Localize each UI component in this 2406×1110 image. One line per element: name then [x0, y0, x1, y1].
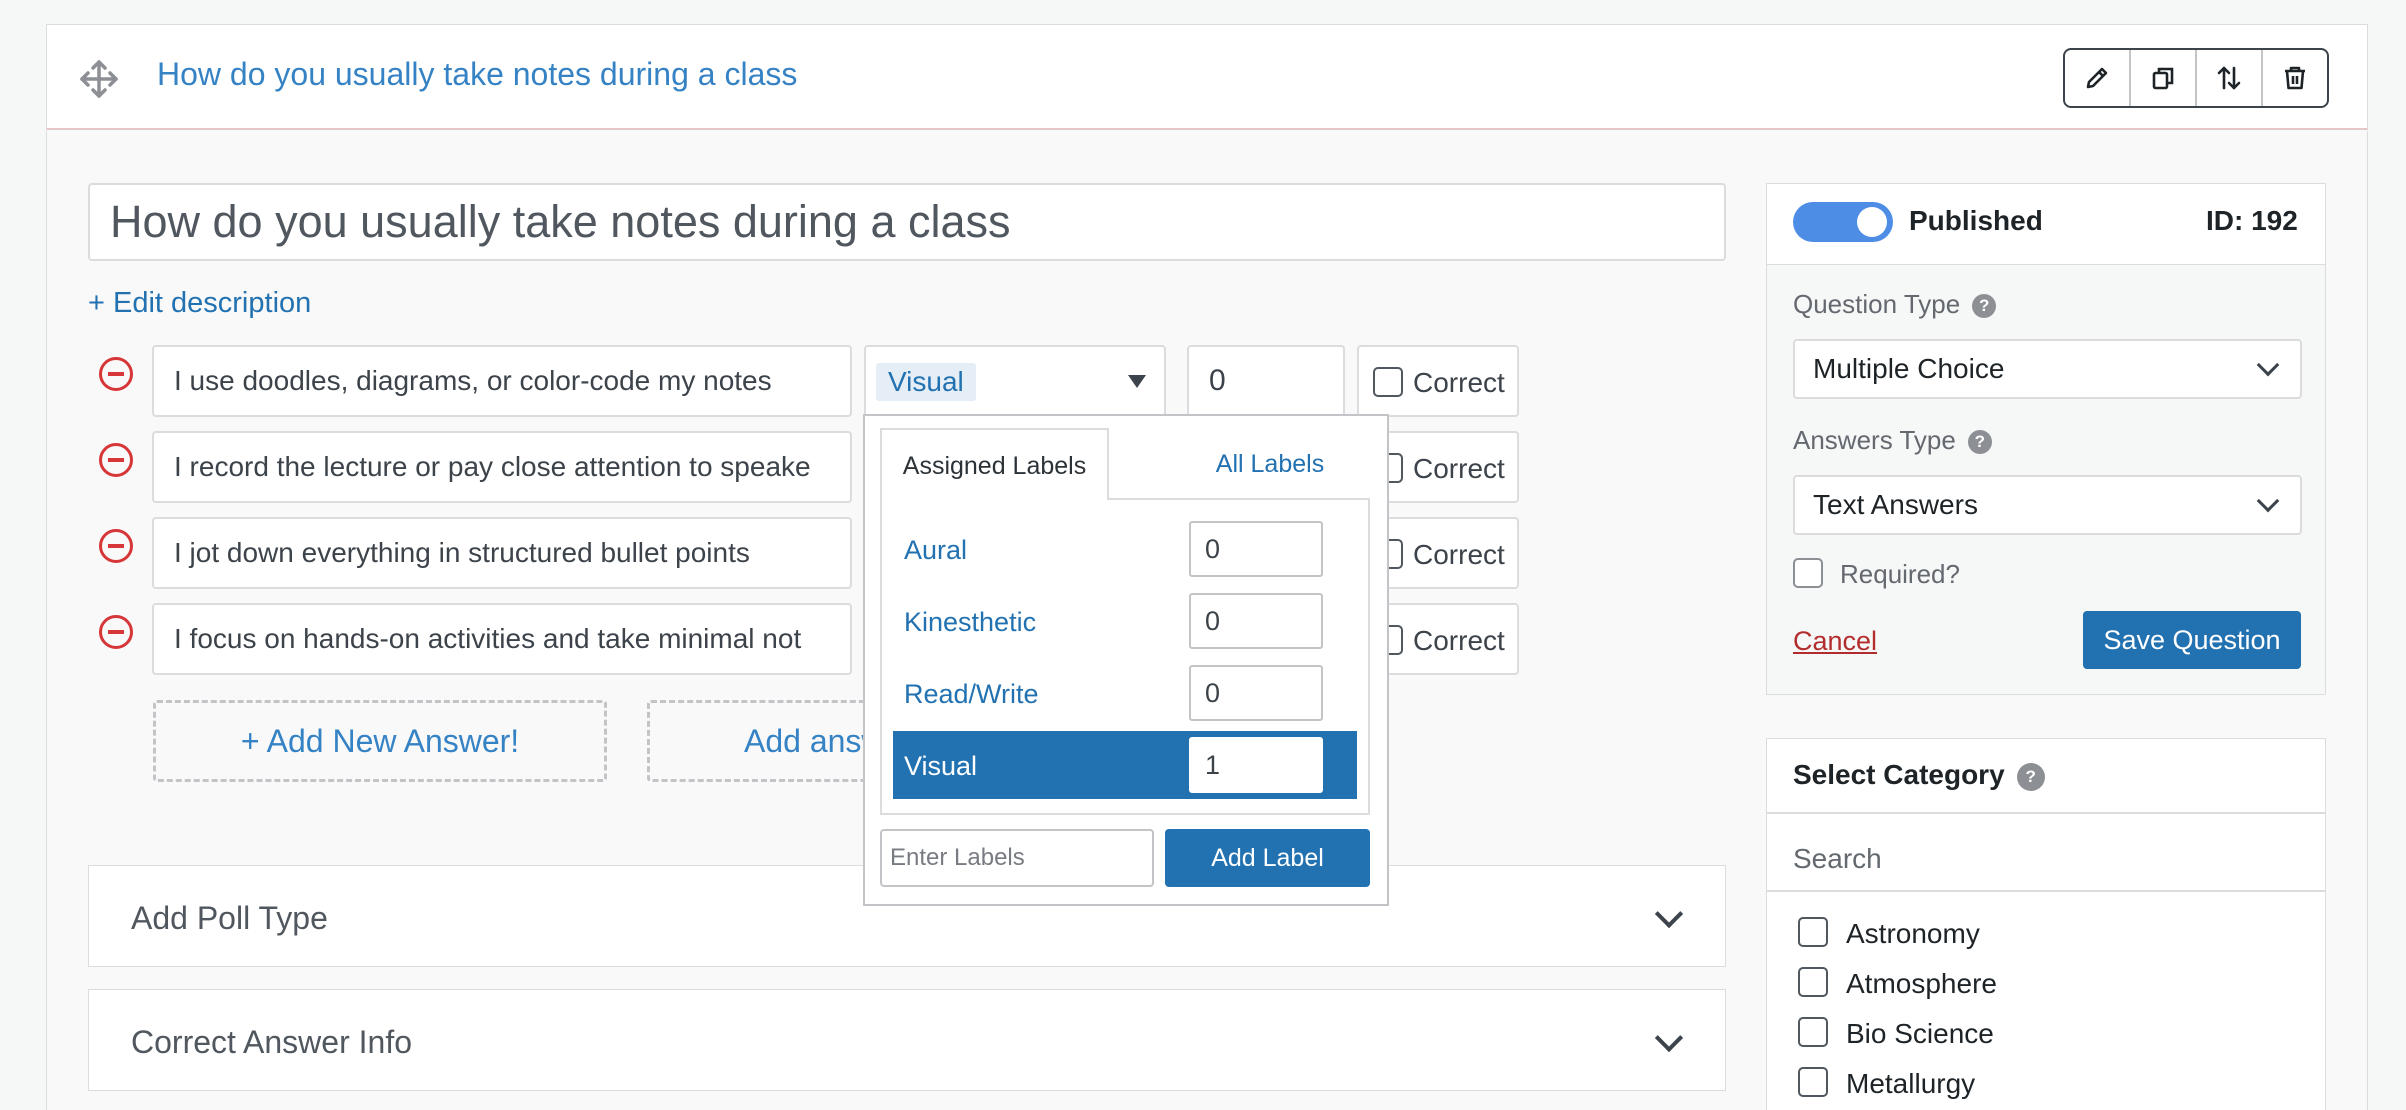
correct-label: Correct	[1413, 367, 1505, 398]
edit-button[interactable]	[2065, 50, 2131, 106]
chevron-down-icon	[2256, 353, 2280, 377]
correct-answer-toggle[interactable]: Correct	[1357, 345, 1519, 417]
answers-type-select[interactable]: Text Answers	[1793, 475, 2302, 535]
label-read-write[interactable]: Read/Write	[904, 679, 1039, 710]
edit-icon	[2086, 67, 2108, 89]
category-checkbox[interactable]	[1798, 917, 1828, 947]
accordion-label: Add Poll Type	[131, 900, 328, 936]
category-checkbox[interactable]	[1798, 1017, 1828, 1047]
remove-answer-icon[interactable]	[99, 443, 133, 477]
required-checkbox[interactable]	[1793, 558, 1823, 588]
tab-assigned-labels[interactable]: Assigned Labels	[880, 428, 1109, 500]
published-toggle[interactable]	[1793, 202, 1893, 242]
correct-checkbox[interactable]	[1373, 367, 1403, 397]
chevron-down-icon	[2256, 489, 2280, 513]
remove-answer-icon[interactable]	[99, 615, 133, 649]
label-visual-score-input[interactable]: 1	[1189, 737, 1323, 793]
remove-answer-icon[interactable]	[99, 357, 133, 391]
sort-icon	[2217, 66, 2241, 90]
caret-down-icon	[1128, 375, 1146, 388]
correct-label: Correct	[1413, 453, 1505, 484]
chevron-down-icon	[1654, 899, 1684, 929]
answers-type-value: Text Answers	[1813, 489, 1978, 520]
label-read-write-score-input[interactable]: 0	[1189, 665, 1323, 721]
correct-label: Correct	[1413, 539, 1505, 570]
trash-icon	[2285, 66, 2305, 90]
selected-label-chip: Visual	[876, 363, 976, 401]
cancel-link[interactable]: Cancel	[1793, 626, 1877, 657]
label-aural[interactable]: Aural	[904, 535, 967, 566]
answer-text-input[interactable]: I record the lecture or pay close attent…	[152, 431, 852, 503]
enter-labels-input[interactable]: Enter Labels	[880, 829, 1154, 887]
category-item-label: Atmosphere	[1846, 968, 1997, 999]
question-type-label: Question Type?	[1793, 289, 1997, 320]
category-item-label: Bio Science	[1846, 1018, 1994, 1049]
answer-points-input[interactable]: 0	[1187, 345, 1345, 417]
save-question-button[interactable]: Save Question	[2083, 611, 2301, 669]
help-icon[interactable]: ?	[1972, 294, 1997, 318]
question-id: ID: 192	[2206, 205, 2298, 236]
answer-label-select[interactable]: Visual	[864, 345, 1166, 417]
answers-type-label-text: Answers Type	[1793, 425, 1956, 455]
duplicate-button[interactable]	[2131, 50, 2197, 106]
remove-answer-icon[interactable]	[99, 529, 133, 563]
chevron-down-icon	[1654, 1023, 1684, 1053]
question-type-select[interactable]: Multiple Choice	[1793, 339, 2302, 399]
help-icon[interactable]: ?	[2016, 763, 2045, 791]
delete-button[interactable]	[2263, 50, 2327, 106]
sort-button[interactable]	[2197, 50, 2263, 106]
header-question-title[interactable]: How do you usually take notes during a c…	[157, 56, 797, 93]
answer-text-input[interactable]: I focus on hands-on activities and take …	[152, 603, 852, 675]
toggle-knob	[1857, 207, 1887, 237]
answers-type-label: Answers Type?	[1793, 425, 1992, 456]
move-icon[interactable]	[78, 58, 120, 100]
label-visual[interactable]: Visual	[904, 751, 977, 782]
category-title-text: Select Category	[1793, 759, 2005, 790]
question-toolbar	[2063, 48, 2329, 108]
required-label: Required?	[1840, 559, 1960, 589]
label-kinesthetic-score-input[interactable]: 0	[1189, 593, 1323, 649]
label-aural-score-input[interactable]: 0	[1189, 521, 1323, 577]
duplicate-icon	[2152, 67, 2174, 90]
published-status: Published	[1909, 205, 2043, 236]
tab-all-labels[interactable]: All Labels	[1160, 428, 1380, 500]
label-kinesthetic[interactable]: Kinesthetic	[904, 607, 1036, 638]
category-item-label: Astronomy	[1846, 918, 1980, 949]
add-new-answer-button[interactable]: + Add New Answer!	[153, 700, 607, 782]
category-title: Select Category?	[1793, 759, 2045, 791]
category-search-input[interactable]: Search	[1767, 816, 2325, 892]
question-title-input[interactable]: How do you usually take notes during a c…	[88, 183, 1726, 261]
correct-label: Correct	[1413, 625, 1505, 656]
answer-text-input[interactable]: I jot down everything in structured bull…	[152, 517, 852, 589]
question-type-value: Multiple Choice	[1813, 353, 2005, 384]
accordion-label: Correct Answer Info	[131, 1024, 412, 1060]
help-icon[interactable]: ?	[1967, 430, 1992, 454]
answer-text-input[interactable]: I use doodles, diagrams, or color-code m…	[152, 345, 852, 417]
question-type-label-text: Question Type	[1793, 289, 1961, 319]
category-checkbox[interactable]	[1798, 967, 1828, 997]
category-item-label: Metallurgy	[1846, 1068, 1976, 1099]
edit-description-link[interactable]: + Edit description	[88, 287, 311, 320]
correct-answer-info-accordion[interactable]: Correct Answer Info	[88, 989, 1726, 1091]
category-checkbox[interactable]	[1798, 1067, 1828, 1097]
add-label-button[interactable]: Add Label	[1165, 829, 1370, 887]
